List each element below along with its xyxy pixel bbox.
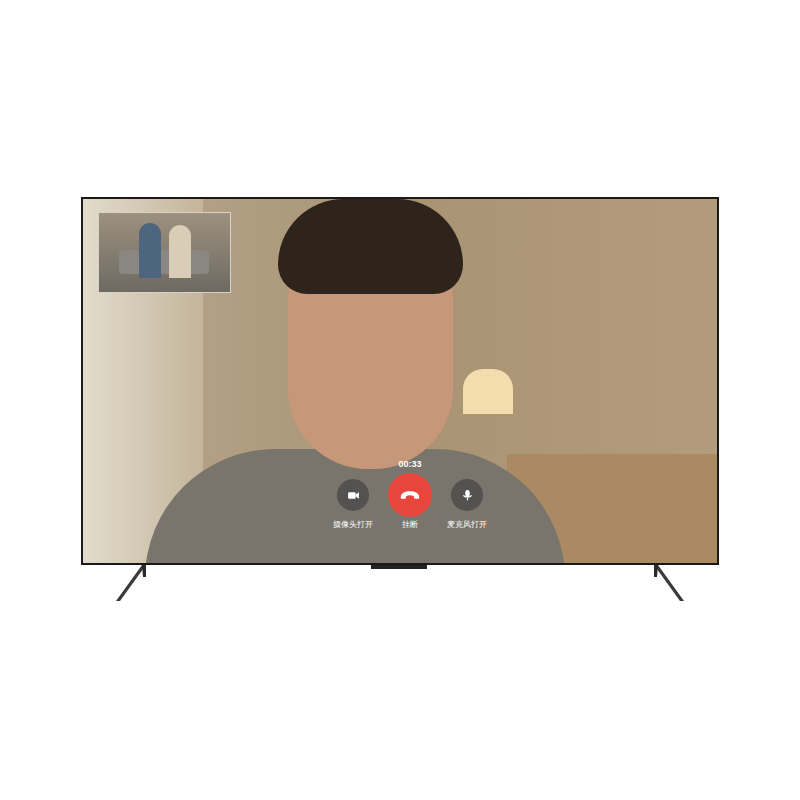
control-label: 麦克风打开 [447,519,487,530]
hangup-icon [399,484,421,506]
call-controls: 00:33 摄像头打开 挂断 麦克风打开 [93,458,717,530]
tv-frame: 00:33 摄像头打开 挂断 麦克风打开 [81,197,719,565]
person-hair [278,199,463,294]
tv-base-bar [371,565,427,569]
button-slot [388,472,432,518]
control-item: 摄像头打开 [325,472,382,530]
person-area [169,225,191,278]
person-area [139,223,161,278]
button-slot [451,472,483,518]
sofa-area [119,250,209,274]
control-row: 摄像头打开 挂断 麦克风打开 [325,472,496,530]
tv-product: 00:33 摄像头打开 挂断 麦克风打开 [0,0,800,605]
mic-button[interactable] [451,479,483,511]
button-slot [337,472,369,518]
hangup-button[interactable] [388,473,432,517]
control-label: 摄像头打开 [333,519,373,530]
camera-icon [347,489,360,502]
lamp-area [463,369,513,414]
control-item: 挂断 [382,472,439,530]
camera-button[interactable] [337,479,369,511]
call-timer: 00:33 [398,458,421,470]
mic-icon [461,489,474,502]
local-video[interactable] [98,212,231,293]
tv-stand-icon [80,565,720,605]
remote-video: 00:33 摄像头打开 挂断 麦克风打开 [83,199,717,563]
control-item: 麦克风打开 [439,472,496,530]
control-label: 挂断 [402,519,418,530]
